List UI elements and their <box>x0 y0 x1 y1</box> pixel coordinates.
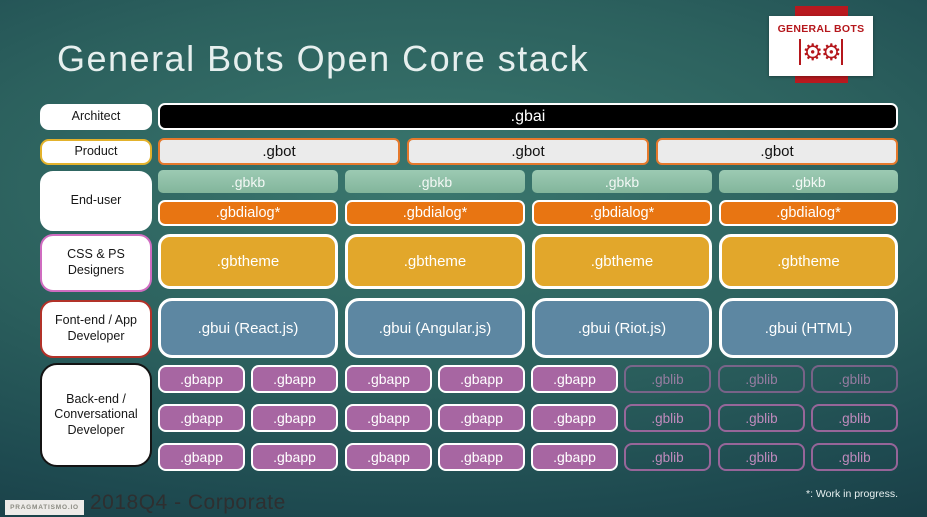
stack-box-gbui-html: .gbui (HTML) <box>719 298 898 358</box>
stack-box-gbot: .gbot <box>656 138 898 165</box>
stack-box-gblib: .gblib <box>624 443 711 471</box>
stack-box-gbapp: .gbapp <box>438 404 525 432</box>
gear-line-right-icon <box>840 39 843 65</box>
work-in-progress-note: *: Work in progress. <box>805 488 898 500</box>
stack-box-gblib: .gblib <box>718 365 805 393</box>
stack-box-gbkb: .gbkb <box>158 170 338 193</box>
slide-footer: 2018Q4 - Corporate <box>90 491 286 514</box>
stack-box-gblib: .gblib <box>624 404 711 432</box>
stack-box-gblib: .gblib <box>718 443 805 471</box>
stack-box-gbui-react: .gbui (React.js) <box>158 298 338 358</box>
stack-box-gbapp: .gbapp <box>438 365 525 393</box>
stack-box-gbapp: .gbapp <box>531 365 618 393</box>
stack-box-gbapp: .gbapp <box>531 443 618 471</box>
stack-box-gbui-angular: .gbui (Angular.js) <box>345 298 525 358</box>
stack-box-gbtheme: .gbtheme <box>158 234 338 289</box>
stack-box-gblib: .gblib <box>624 365 711 393</box>
stack-box-gbapp: .gbapp <box>438 443 525 471</box>
stack-box-gbkb: .gbkb <box>719 170 898 193</box>
stack-box-gblib: .gblib <box>811 404 898 432</box>
role-label-architect: Architect <box>40 104 152 130</box>
stack-box-gbdialog: .gbdialog* <box>719 200 898 226</box>
stack-box-gbapp: .gbapp <box>158 365 245 393</box>
stack-box-gbtheme: .gbtheme <box>532 234 712 289</box>
stack-box-gblib: .gblib <box>811 365 898 393</box>
stack-box-gbdialog: .gbdialog* <box>158 200 338 226</box>
stack-box-gbapp: .gbapp <box>531 404 618 432</box>
stack-box-gbkb: .gbkb <box>345 170 525 193</box>
stack-box-gbapp: .gbapp <box>345 404 432 432</box>
stack-box-gbot: .gbot <box>158 138 400 165</box>
stack-box-gblib: .gblib <box>811 443 898 471</box>
stack-box-gbapp: .gbapp <box>345 443 432 471</box>
stack-box-gbtheme: .gbtheme <box>719 234 898 289</box>
gear-line-left-icon <box>799 39 802 65</box>
role-label-end-user: End-user <box>40 171 152 231</box>
stack-box-gbtheme: .gbtheme <box>345 234 525 289</box>
gears-icon: ⚙⚙ <box>769 36 873 68</box>
general-bots-logo: GENERAL BOTS ⚙⚙ <box>769 16 873 76</box>
role-label-backend-conversational-developer: Back-end / Conversational Developer <box>40 363 152 467</box>
stack-box-gbui-riot: .gbui (Riot.js) <box>532 298 712 358</box>
stack-box-gbot: .gbot <box>407 138 649 165</box>
logo-wordmark: GENERAL BOTS <box>777 23 865 35</box>
role-label-frontend-app-developer: Font-end / App Developer <box>40 300 152 358</box>
stack-box-gbapp: .gbapp <box>158 404 245 432</box>
role-label-css-ps-designers: CSS & PS Designers <box>40 234 152 292</box>
stack-box-gbapp: .gbapp <box>158 443 245 471</box>
stack-box-gbapp: .gbapp <box>251 443 338 471</box>
slide-title: General Bots Open Core stack <box>57 38 590 79</box>
stack-box-gbapp: .gbapp <box>251 365 338 393</box>
double-gear-icon: ⚙⚙ <box>802 39 841 65</box>
stack-box-gbkb: .gbkb <box>532 170 712 193</box>
pragmatismo-watermark: PRAGMATISMO.IO <box>5 500 84 515</box>
slide-canvas: General Bots Open Core stack GENERAL BOT… <box>0 0 927 517</box>
stack-box-gbdialog: .gbdialog* <box>532 200 712 226</box>
stack-box-gbai: .gbai <box>158 103 898 130</box>
stack-box-gbdialog: .gbdialog* <box>345 200 525 226</box>
role-label-product: Product <box>40 139 152 165</box>
stack-box-gbapp: .gbapp <box>251 404 338 432</box>
stack-box-gbapp: .gbapp <box>345 365 432 393</box>
stack-box-gblib: .gblib <box>718 404 805 432</box>
